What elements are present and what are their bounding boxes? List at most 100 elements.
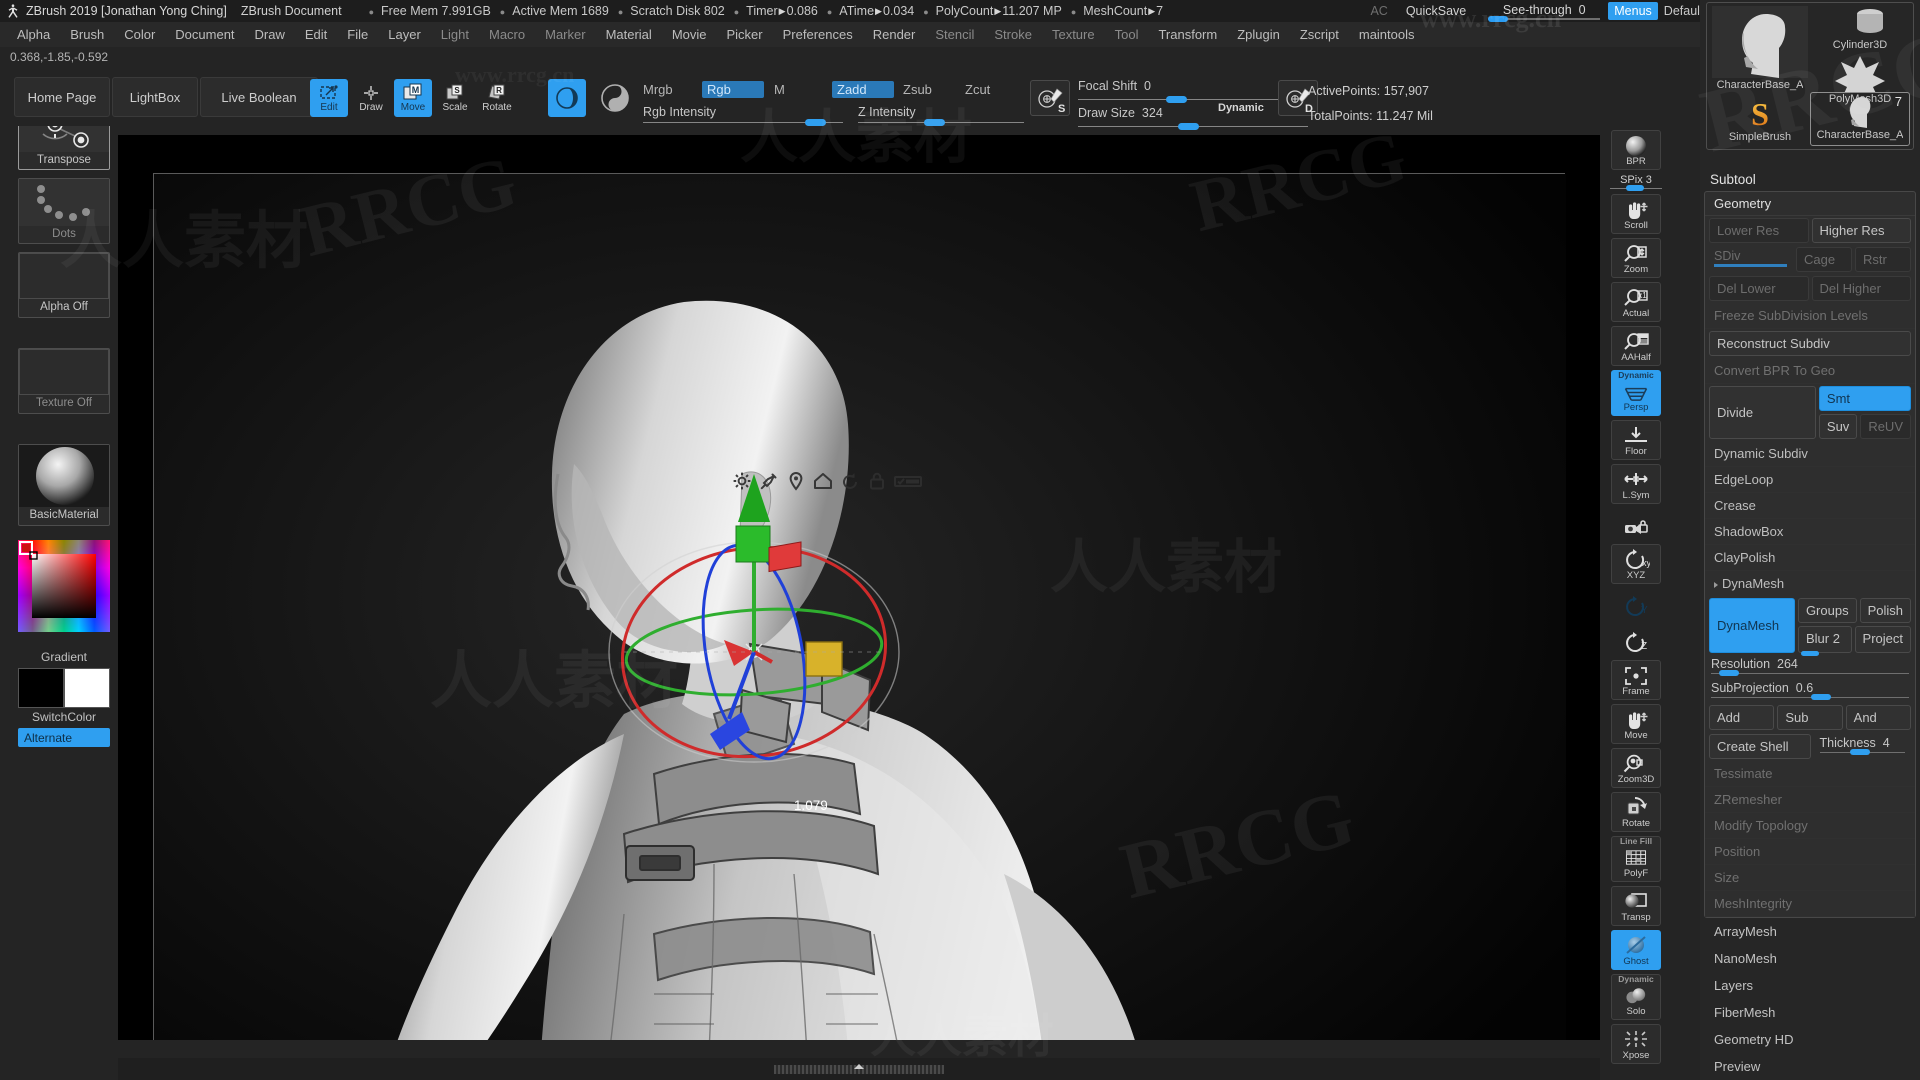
focal-shift-knob[interactable]	[1166, 96, 1187, 103]
left-card-alpha[interactable]: Alpha Off	[18, 252, 110, 318]
menu-item-file[interactable]: File	[338, 24, 377, 45]
alternate-button[interactable]: Alternate	[18, 728, 110, 747]
lower-res-button[interactable]: Lower Res	[1709, 218, 1809, 243]
menu-item-transform[interactable]: Transform	[1149, 24, 1226, 45]
menu-item-stroke[interactable]: Stroke	[985, 24, 1041, 45]
divide-button[interactable]: Divide	[1709, 386, 1816, 439]
subtool-section-header[interactable]: Subtool	[1700, 168, 1920, 191]
geometry-item-claypolish[interactable]: ClayPolish	[1705, 545, 1915, 571]
subprojection-knob[interactable]	[1811, 694, 1831, 700]
menu-item-light[interactable]: Light	[432, 24, 478, 45]
quicksave-button[interactable]: QuickSave	[1406, 4, 1466, 18]
primary-color-swatch[interactable]	[18, 668, 64, 708]
geometry-item-meshintegrity[interactable]: MeshIntegrity	[1705, 891, 1915, 917]
menu-item-preferences[interactable]: Preferences	[774, 24, 862, 45]
rgb-intensity-knob[interactable]	[805, 119, 826, 126]
geometry-header[interactable]: Geometry	[1705, 192, 1915, 216]
menu-item-material[interactable]: Material	[597, 24, 661, 45]
left-card-dots[interactable]: Dots	[18, 178, 110, 244]
gear-icon[interactable]	[732, 471, 752, 491]
rail-button-frame[interactable]: Frame	[1611, 660, 1661, 700]
rail-button-z[interactable]: Z	[1611, 624, 1661, 656]
rail-button-move[interactable]: Move	[1611, 704, 1661, 744]
panel-section-geometry-hd[interactable]: Geometry HD	[1700, 1026, 1920, 1053]
menu-item-picker[interactable]: Picker	[718, 24, 772, 45]
geometry-tail-list[interactable]: Tessimate ZRemesher Modify Topology Positio…	[1705, 761, 1915, 917]
color-picker[interactable]	[18, 540, 110, 632]
main-menu-bar[interactable]: Alpha Brush Color Document Draw Edit File Layer…	[0, 22, 1920, 47]
reuv-button[interactable]: ReUV	[1860, 414, 1911, 439]
scale-mode-button[interactable]: S Scale	[436, 79, 474, 117]
rail-button-rotate[interactable]: Rotate	[1611, 792, 1661, 832]
rstr-button[interactable]: Rstr	[1855, 247, 1911, 272]
sub-button[interactable]: Sub	[1777, 705, 1843, 730]
rotate-mode-button[interactable]: R Rotate	[478, 79, 516, 117]
zcut-button[interactable]: Zcut	[965, 82, 990, 97]
tool-item-cylinder3d[interactable]: Cylinder3D	[1814, 6, 1906, 51]
color-swatches[interactable]	[18, 668, 110, 708]
geometry-item-position[interactable]: Position	[1705, 839, 1915, 865]
tool-item-simplebrush[interactable]: S SimpleBrush	[1712, 96, 1808, 143]
undo-rotate-icon[interactable]	[840, 471, 860, 491]
geometry-item-list[interactable]: Dynamic Subdiv EdgeLoop Crease ShadowBox Cla…	[1705, 441, 1915, 571]
rail-button-ghost[interactable]: Ghost	[1611, 930, 1661, 970]
project-button[interactable]: Project	[1854, 626, 1911, 653]
geometry-item-crease[interactable]: Crease	[1705, 493, 1915, 519]
resolution-slider[interactable]: Resolution 264	[1705, 655, 1915, 679]
menu-item-tool[interactable]: Tool	[1106, 24, 1148, 45]
zsub-button[interactable]: Zsub	[903, 82, 932, 97]
panel-section-arraymesh[interactable]: ArrayMesh	[1700, 918, 1920, 945]
see-through-slider[interactable]: See-through 0	[1488, 3, 1601, 22]
rail-button-l-sym[interactable]: L.Sym	[1611, 464, 1661, 504]
geometry-item-zremesher[interactable]: ZRemesher	[1705, 787, 1915, 813]
stroke-type-button[interactable]	[596, 79, 634, 117]
menu-item-edit[interactable]: Edit	[296, 24, 336, 45]
blur-slider[interactable]: Blur 2	[1797, 626, 1852, 656]
geometry-item-modify-topology[interactable]: Modify Topology	[1705, 813, 1915, 839]
home-icon[interactable]	[813, 471, 833, 491]
menu-item-brush[interactable]: Brush	[61, 24, 113, 45]
geometry-item-shadowbox[interactable]: ShadowBox	[1705, 519, 1915, 545]
z-intensity-knob[interactable]	[924, 119, 945, 126]
menu-item-color[interactable]: Color	[115, 24, 164, 45]
z-intensity-track[interactable]	[858, 119, 1024, 126]
viewport-inner[interactable]: 1.079	[153, 173, 1566, 1040]
groups-button[interactable]: Groups	[1797, 598, 1857, 623]
menus-button[interactable]: Menus	[1608, 2, 1658, 20]
left-card-texture[interactable]: Texture Off	[18, 348, 110, 414]
smt-button[interactable]: Smt	[1818, 386, 1911, 411]
draw-size-track[interactable]	[1078, 123, 1308, 130]
rgb-button[interactable]: Rgb	[702, 81, 764, 98]
tool-item-characterbase-a[interactable]: CharacterBase_A	[1712, 6, 1808, 91]
rail-button-y[interactable]: Y	[1611, 588, 1661, 620]
rail-button-xyz[interactable]: xyz XYZ	[1611, 544, 1661, 584]
menu-item-layer[interactable]: Layer	[379, 24, 430, 45]
menu-item-alpha[interactable]: Alpha	[8, 24, 59, 45]
polish-button[interactable]: Polish	[1859, 598, 1911, 623]
geometry-item-tessimate[interactable]: Tessimate	[1705, 761, 1915, 787]
menu-item-zplugin[interactable]: Zplugin	[1228, 24, 1289, 45]
menu-item-maintools[interactable]: maintools	[1350, 24, 1424, 45]
lock-icon[interactable]	[867, 471, 887, 491]
del-higher-button[interactable]: Del Higher	[1811, 276, 1911, 301]
home-page-button[interactable]: Home Page	[14, 77, 110, 117]
menu-item-movie[interactable]: Movie	[663, 24, 716, 45]
cage-button[interactable]: Cage	[1796, 247, 1852, 272]
menu-item-macro[interactable]: Macro	[480, 24, 534, 45]
spix-knob[interactable]	[1626, 185, 1644, 191]
del-lower-button[interactable]: Del Lower	[1709, 276, 1809, 301]
higher-res-button[interactable]: Higher Res	[1811, 218, 1911, 243]
geometry-item-size[interactable]: Size	[1705, 865, 1915, 891]
rail-button-scroll[interactable]: Scroll	[1611, 194, 1661, 234]
menu-item-document[interactable]: Document	[166, 24, 243, 45]
draw-size-knob[interactable]	[1178, 123, 1199, 130]
viewport-canvas[interactable]: 1.079	[118, 135, 1600, 1040]
thickness-knob[interactable]	[1849, 749, 1870, 755]
rail-button-aahalf[interactable]: AAHalf	[1611, 326, 1661, 366]
focal-shift-track[interactable]	[1078, 96, 1308, 103]
panel-section-fibermesh[interactable]: FiberMesh	[1700, 999, 1920, 1026]
geometry-item-edgeloop[interactable]: EdgeLoop	[1705, 467, 1915, 493]
rail-button-persp[interactable]: Dynamic Persp	[1611, 370, 1661, 416]
ac-label[interactable]: AC	[1370, 4, 1387, 18]
subprojection-slider[interactable]: SubProjection 0.6	[1705, 679, 1915, 703]
